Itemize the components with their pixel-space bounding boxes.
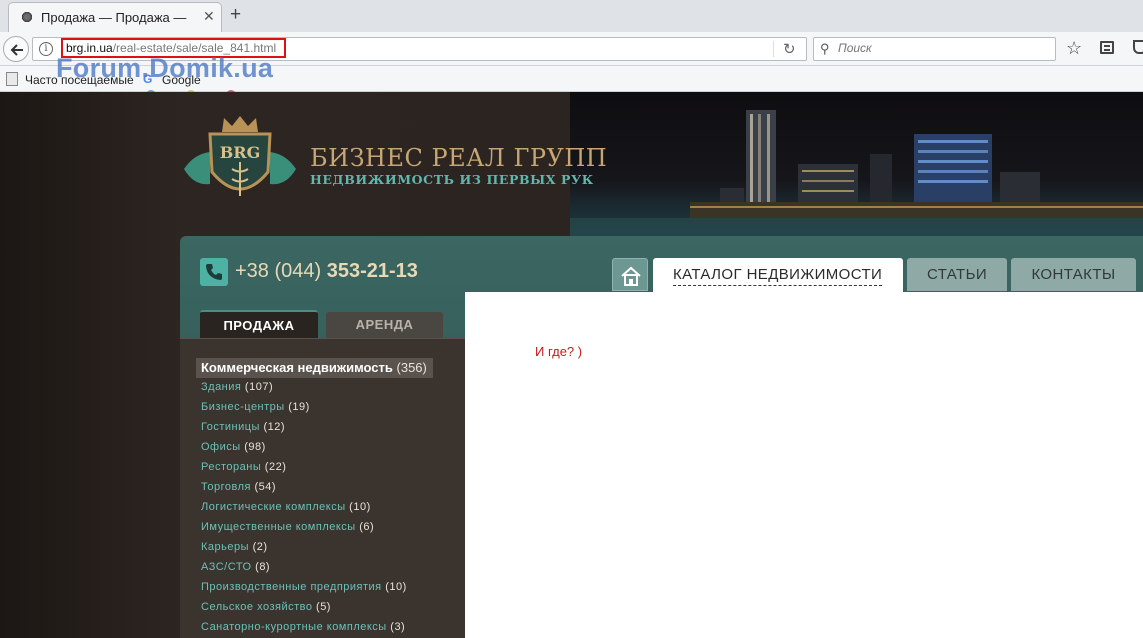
category-item-count: (19)	[288, 401, 310, 413]
forum-watermark: Forum.Domik.ua	[56, 53, 274, 83]
category-item[interactable]: Рестораны (22)	[201, 461, 407, 481]
browser-tab-title: Продажа — Продажа — Кат	[41, 10, 191, 25]
category-item-label[interactable]: Сельское хозяйство	[201, 601, 312, 613]
category-item[interactable]: Сельское хозяйство (5)	[201, 601, 407, 621]
nav-tab-catalog-label: КАТАЛОГ НЕДВИЖИМОСТИ	[673, 266, 883, 286]
category-heading-label: Коммерческая недвижимость	[201, 360, 393, 375]
phone-icon	[200, 258, 228, 286]
category-item-count: (107)	[244, 381, 274, 393]
site-tagline: НЕДВИЖИМОСТЬ ИЗ ПЕРВЫХ РУК	[310, 172, 594, 187]
nav-tab-catalog[interactable]: КАТАЛОГ НЕДВИЖИМОСТИ	[653, 258, 903, 292]
reload-icon[interactable]: ↻	[783, 40, 796, 58]
web-page: BRG БИЗНЕС РЕАЛ ГРУПП НЕДВИЖИМОСТЬ ИЗ ПЕ…	[0, 92, 1143, 638]
bookmark-star-icon[interactable]: ☆	[1066, 38, 1082, 59]
category-heading-count: (356)	[396, 360, 427, 375]
category-item[interactable]: Бизнес-центры (19)	[201, 401, 407, 421]
home-icon	[621, 266, 641, 286]
city-skyline-banner	[570, 92, 1143, 252]
category-item-count: (8)	[255, 561, 271, 573]
category-item-count: (12)	[263, 421, 286, 433]
category-item-count: (10)	[349, 501, 371, 513]
bookmark-folder-icon	[6, 72, 18, 86]
phone-main-digits: 353-21-13	[326, 260, 418, 282]
back-button[interactable]	[3, 36, 29, 62]
category-item-count: (6)	[359, 521, 375, 533]
category-item-label[interactable]: Производственные предприятия	[201, 581, 382, 593]
category-item[interactable]: Карьеры (2)	[201, 541, 407, 561]
category-item-label[interactable]: Имущественные комплексы	[201, 521, 356, 533]
category-item[interactable]: Гостиницы (12)	[201, 421, 407, 441]
category-item-count: (10)	[385, 581, 407, 593]
category-item[interactable]: Производственные предприятия (10)	[201, 581, 407, 601]
brg-logo-emblem-icon: BRG	[184, 116, 296, 196]
category-item-count: (98)	[244, 441, 266, 453]
category-item-count: (54)	[254, 481, 277, 493]
tab-rent[interactable]: АРЕНДА	[326, 312, 443, 338]
info-icon[interactable]: i	[39, 42, 53, 56]
category-item[interactable]: Торговля (54)	[201, 481, 407, 501]
category-item-count: (2)	[252, 541, 268, 553]
nav-tab-contacts[interactable]: КОНТАКТЫ	[1011, 258, 1136, 291]
category-item-label[interactable]: Торговля	[201, 481, 251, 493]
content-message: И где? )	[535, 344, 583, 359]
category-item-label[interactable]: Бизнес-центры	[201, 401, 285, 413]
category-item-label[interactable]: Санаторно-курортные комплексы	[201, 621, 387, 633]
close-tab-icon[interactable]: ✕	[203, 8, 215, 25]
category-list: Здания (107) Бизнес-центры (19) Гостиниц…	[201, 381, 407, 638]
category-item-label[interactable]: АЗС/СТО	[201, 561, 252, 573]
category-item-label[interactable]: Здания	[201, 381, 241, 393]
category-item-count: (3)	[390, 621, 406, 633]
phone-prefix: +38 (044)	[235, 260, 322, 282]
category-item[interactable]: Санаторно-курортные комплексы (3)	[201, 621, 407, 638]
night-city-illustration	[570, 110, 1143, 252]
site-favicon-icon	[21, 11, 33, 23]
category-item[interactable]: Имущественные комплексы (6)	[201, 521, 407, 541]
category-item-count: (22)	[264, 461, 287, 473]
new-tab-icon[interactable]: +	[230, 4, 241, 26]
nav-tab-articles[interactable]: СТАТЬИ	[907, 258, 1007, 291]
reading-list-icon[interactable]	[1100, 41, 1114, 54]
phone-handset-icon	[206, 264, 222, 280]
nav-home-button[interactable]	[612, 258, 648, 291]
category-item[interactable]: АЗС/СТО (8)	[201, 561, 407, 581]
search-input[interactable]	[838, 41, 1038, 55]
category-item-label[interactable]: Офисы	[201, 441, 241, 453]
category-item-count: (5)	[316, 601, 331, 613]
category-sidebar: Коммерческая недвижимость (356) Здания (…	[180, 338, 465, 638]
category-item-label[interactable]: Гостиницы	[201, 421, 260, 433]
category-item-label[interactable]: Логистические комплексы	[201, 501, 346, 513]
search-icon: ⚲	[820, 41, 830, 56]
address-bar-separator	[773, 41, 774, 57]
search-bar[interactable]: ⚲	[813, 37, 1056, 61]
category-heading-commercial[interactable]: Коммерческая недвижимость (356)	[196, 358, 433, 378]
category-item[interactable]: Офисы (98)	[201, 441, 407, 461]
logo-emblem-text: BRG	[220, 143, 260, 162]
category-item-label[interactable]: Рестораны	[201, 461, 261, 473]
category-item[interactable]: Логистические комплексы (10)	[201, 501, 407, 521]
tab-sale[interactable]: ПРОДАЖА	[200, 310, 318, 338]
main-content-area: И где? )	[465, 292, 1143, 638]
category-item[interactable]: Здания (107)	[201, 381, 407, 401]
category-item-label[interactable]: Карьеры	[201, 541, 249, 553]
contact-phone-number[interactable]: +38 (044) 353-21-13	[235, 260, 418, 283]
site-name[interactable]: БИЗНЕС РЕАЛ ГРУПП	[310, 144, 607, 172]
browser-tab[interactable]: Продажа — Продажа — Кат ✕	[8, 2, 222, 32]
browser-tab-strip: Продажа — Продажа — Кат ✕ +	[0, 0, 1143, 32]
pocket-icon[interactable]	[1133, 40, 1143, 54]
back-arrow-icon	[10, 44, 23, 56]
